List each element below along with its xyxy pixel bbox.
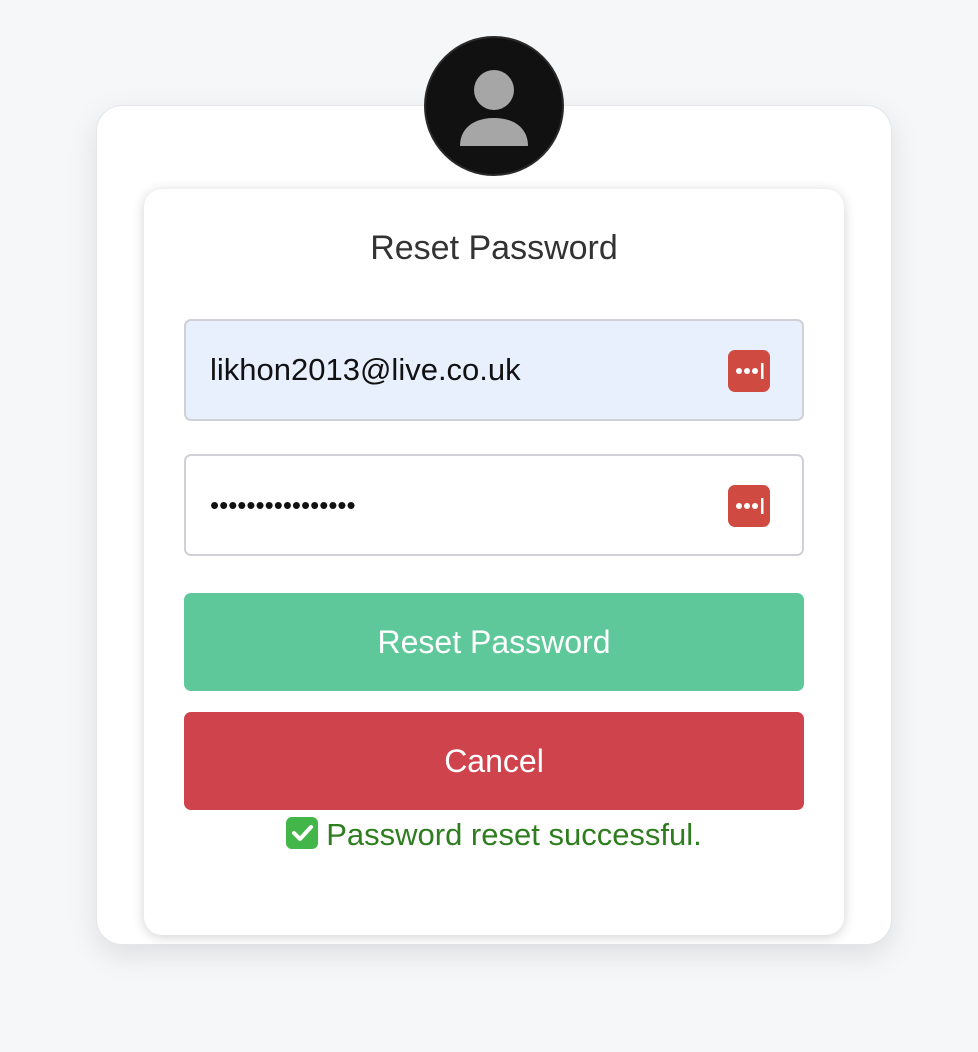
- user-avatar-icon: [424, 36, 564, 176]
- email-value[interactable]: likhon2013@live.co.uk: [210, 321, 521, 419]
- password-manager-icon[interactable]: [728, 350, 770, 392]
- reset-password-card: Reset Password likhon2013@live.co.uk •••…: [144, 189, 844, 935]
- reset-password-button[interactable]: Reset Password: [184, 593, 804, 691]
- cancel-button[interactable]: Cancel: [184, 712, 804, 810]
- page-title: Reset Password: [370, 229, 618, 267]
- check-mark-icon: [286, 817, 319, 849]
- status-message: Password reset successful.: [144, 817, 844, 853]
- password-field[interactable]: ••••••••••••••••: [184, 454, 804, 556]
- email-field[interactable]: likhon2013@live.co.uk: [184, 319, 804, 421]
- status-text: Password reset successful.: [326, 817, 702, 852]
- password-manager-icon[interactable]: [728, 485, 770, 527]
- password-value[interactable]: ••••••••••••••••: [210, 456, 356, 554]
